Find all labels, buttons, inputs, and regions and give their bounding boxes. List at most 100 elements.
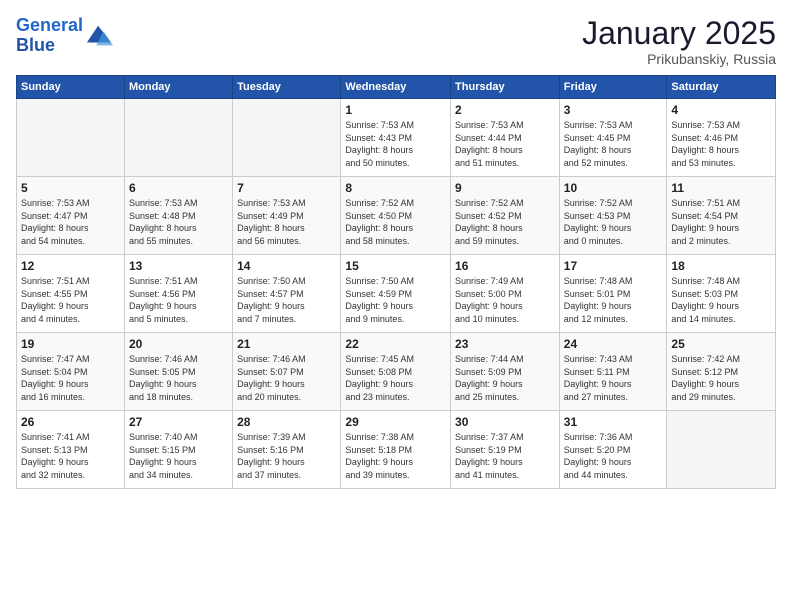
day-number: 26: [21, 415, 120, 429]
day-info: Sunrise: 7:44 AM Sunset: 5:09 PM Dayligh…: [455, 353, 555, 403]
day-number: 28: [237, 415, 336, 429]
day-number: 15: [345, 259, 446, 273]
calendar-cell: 2 Sunrise: 7:53 AM Sunset: 4:44 PM Daylig…: [451, 99, 560, 177]
calendar-cell: 13 Sunrise: 7:51 AM Sunset: 4:56 PM Dayli…: [124, 255, 232, 333]
day-info: Sunrise: 7:53 AM Sunset: 4:49 PM Dayligh…: [237, 197, 336, 247]
day-number: 30: [455, 415, 555, 429]
day-info: Sunrise: 7:53 AM Sunset: 4:46 PM Dayligh…: [671, 119, 771, 169]
calendar-cell: 28 Sunrise: 7:39 AM Sunset: 5:16 PM Dayli…: [233, 411, 341, 489]
day-info: Sunrise: 7:49 AM Sunset: 5:00 PM Dayligh…: [455, 275, 555, 325]
day-info: Sunrise: 7:45 AM Sunset: 5:08 PM Dayligh…: [345, 353, 446, 403]
calendar-cell: 17 Sunrise: 7:48 AM Sunset: 5:01 PM Dayli…: [559, 255, 667, 333]
day-info: Sunrise: 7:39 AM Sunset: 5:16 PM Dayligh…: [237, 431, 336, 481]
calendar-cell: [17, 99, 125, 177]
day-number: 2: [455, 103, 555, 117]
calendar-cell: 24 Sunrise: 7:43 AM Sunset: 5:11 PM Dayli…: [559, 333, 667, 411]
weekday-header-saturday: Saturday: [667, 76, 776, 99]
calendar-cell: 3Sunrise: 7:53 AM Sunset: 4:45 PM Daylig…: [559, 99, 667, 177]
day-number: 8: [345, 181, 446, 195]
day-number: 31: [564, 415, 663, 429]
day-number: 11: [671, 181, 771, 195]
day-info: Sunrise: 7:50 AM Sunset: 4:59 PM Dayligh…: [345, 275, 446, 325]
calendar-week-1: 5Sunrise: 7:53 AM Sunset: 4:47 PM Daylig…: [17, 177, 776, 255]
day-info: Sunrise: 7:53 AM Sunset: 4:44 PM Dayligh…: [455, 119, 555, 169]
day-number: 27: [129, 415, 228, 429]
location: Prikubanskiy, Russia: [582, 51, 776, 67]
day-info: Sunrise: 7:50 AM Sunset: 4:57 PM Dayligh…: [237, 275, 336, 325]
calendar-week-0: 1 Sunrise: 7:53 AM Sunset: 4:43 PM Daylig…: [17, 99, 776, 177]
day-info: Sunrise: 7:52 AM Sunset: 4:53 PM Dayligh…: [564, 197, 663, 247]
weekday-header-tuesday: Tuesday: [233, 76, 341, 99]
weekday-header-sunday: Sunday: [17, 76, 125, 99]
logo: General Blue: [16, 16, 113, 56]
calendar-cell: 25 Sunrise: 7:42 AM Sunset: 5:12 PM Dayli…: [667, 333, 776, 411]
calendar-cell: 16Sunrise: 7:49 AM Sunset: 5:00 PM Dayli…: [451, 255, 560, 333]
calendar-cell: 23Sunrise: 7:44 AM Sunset: 5:09 PM Dayli…: [451, 333, 560, 411]
calendar-cell: 7 Sunrise: 7:53 AM Sunset: 4:49 PM Daylig…: [233, 177, 341, 255]
day-info: Sunrise: 7:41 AM Sunset: 5:13 PM Dayligh…: [21, 431, 120, 481]
day-info: Sunrise: 7:48 AM Sunset: 5:01 PM Dayligh…: [564, 275, 663, 325]
calendar-header: SundayMondayTuesdayWednesdayThursdayFrid…: [17, 76, 776, 99]
day-info: Sunrise: 7:53 AM Sunset: 4:47 PM Dayligh…: [21, 197, 120, 247]
day-info: Sunrise: 7:51 AM Sunset: 4:54 PM Dayligh…: [671, 197, 771, 247]
calendar-cell: 15 Sunrise: 7:50 AM Sunset: 4:59 PM Dayli…: [341, 255, 451, 333]
logo-line2: Blue: [16, 35, 55, 55]
calendar-cell: 8 Sunrise: 7:52 AM Sunset: 4:50 PM Daylig…: [341, 177, 451, 255]
day-info: Sunrise: 7:38 AM Sunset: 5:18 PM Dayligh…: [345, 431, 446, 481]
calendar-cell: 9 Sunrise: 7:52 AM Sunset: 4:52 PM Daylig…: [451, 177, 560, 255]
day-info: Sunrise: 7:53 AM Sunset: 4:43 PM Dayligh…: [345, 119, 446, 169]
day-number: 24: [564, 337, 663, 351]
day-number: 7: [237, 181, 336, 195]
day-number: 6: [129, 181, 228, 195]
calendar-cell: 12 Sunrise: 7:51 AM Sunset: 4:55 PM Dayli…: [17, 255, 125, 333]
day-number: 20: [129, 337, 228, 351]
calendar-cell: 27 Sunrise: 7:40 AM Sunset: 5:15 PM Dayli…: [124, 411, 232, 489]
weekday-header-thursday: Thursday: [451, 76, 560, 99]
calendar-cell: 4 Sunrise: 7:53 AM Sunset: 4:46 PM Daylig…: [667, 99, 776, 177]
day-info: Sunrise: 7:51 AM Sunset: 4:56 PM Dayligh…: [129, 275, 228, 325]
calendar-cell: [667, 411, 776, 489]
day-info: Sunrise: 7:52 AM Sunset: 4:52 PM Dayligh…: [455, 197, 555, 247]
calendar-cell: 29Sunrise: 7:38 AM Sunset: 5:18 PM Dayli…: [341, 411, 451, 489]
day-number: 13: [129, 259, 228, 273]
day-number: 12: [21, 259, 120, 273]
day-info: Sunrise: 7:53 AM Sunset: 4:48 PM Dayligh…: [129, 197, 228, 247]
day-info: Sunrise: 7:43 AM Sunset: 5:11 PM Dayligh…: [564, 353, 663, 403]
day-number: 25: [671, 337, 771, 351]
day-info: Sunrise: 7:53 AM Sunset: 4:45 PM Dayligh…: [564, 119, 663, 169]
day-info: Sunrise: 7:46 AM Sunset: 5:07 PM Dayligh…: [237, 353, 336, 403]
calendar-cell: 5Sunrise: 7:53 AM Sunset: 4:47 PM Daylig…: [17, 177, 125, 255]
calendar-cell: 22Sunrise: 7:45 AM Sunset: 5:08 PM Dayli…: [341, 333, 451, 411]
weekday-header-wednesday: Wednesday: [341, 76, 451, 99]
calendar-cell: 14 Sunrise: 7:50 AM Sunset: 4:57 PM Dayli…: [233, 255, 341, 333]
day-number: 18: [671, 259, 771, 273]
day-info: Sunrise: 7:42 AM Sunset: 5:12 PM Dayligh…: [671, 353, 771, 403]
day-info: Sunrise: 7:40 AM Sunset: 5:15 PM Dayligh…: [129, 431, 228, 481]
day-number: 1: [345, 103, 446, 117]
calendar-week-4: 26 Sunrise: 7:41 AM Sunset: 5:13 PM Dayli…: [17, 411, 776, 489]
logo-line1: General: [16, 15, 83, 35]
calendar-cell: 19Sunrise: 7:47 AM Sunset: 5:04 PM Dayli…: [17, 333, 125, 411]
logo-text: General Blue: [16, 16, 83, 56]
title-block: January 2025 Prikubanskiy, Russia: [582, 16, 776, 67]
calendar-cell: 18Sunrise: 7:48 AM Sunset: 5:03 PM Dayli…: [667, 255, 776, 333]
day-info: Sunrise: 7:51 AM Sunset: 4:55 PM Dayligh…: [21, 275, 120, 325]
day-number: 4: [671, 103, 771, 117]
calendar-cell: 6 Sunrise: 7:53 AM Sunset: 4:48 PM Daylig…: [124, 177, 232, 255]
day-info: Sunrise: 7:52 AM Sunset: 4:50 PM Dayligh…: [345, 197, 446, 247]
weekday-row: SundayMondayTuesdayWednesdayThursdayFrid…: [17, 76, 776, 99]
weekday-header-monday: Monday: [124, 76, 232, 99]
calendar-cell: 21Sunrise: 7:46 AM Sunset: 5:07 PM Dayli…: [233, 333, 341, 411]
day-info: Sunrise: 7:36 AM Sunset: 5:20 PM Dayligh…: [564, 431, 663, 481]
month-title: January 2025: [582, 16, 776, 51]
day-number: 9: [455, 181, 555, 195]
day-number: 17: [564, 259, 663, 273]
calendar-cell: 31 Sunrise: 7:36 AM Sunset: 5:20 PM Dayli…: [559, 411, 667, 489]
page-container: General Blue January 2025 Prikubanskiy, …: [0, 0, 792, 497]
calendar-cell: 11 Sunrise: 7:51 AM Sunset: 4:54 PM Dayli…: [667, 177, 776, 255]
day-number: 10: [564, 181, 663, 195]
logo-icon: [85, 22, 113, 50]
calendar-cell: 1 Sunrise: 7:53 AM Sunset: 4:43 PM Daylig…: [341, 99, 451, 177]
calendar-week-2: 12 Sunrise: 7:51 AM Sunset: 4:55 PM Dayli…: [17, 255, 776, 333]
day-number: 14: [237, 259, 336, 273]
